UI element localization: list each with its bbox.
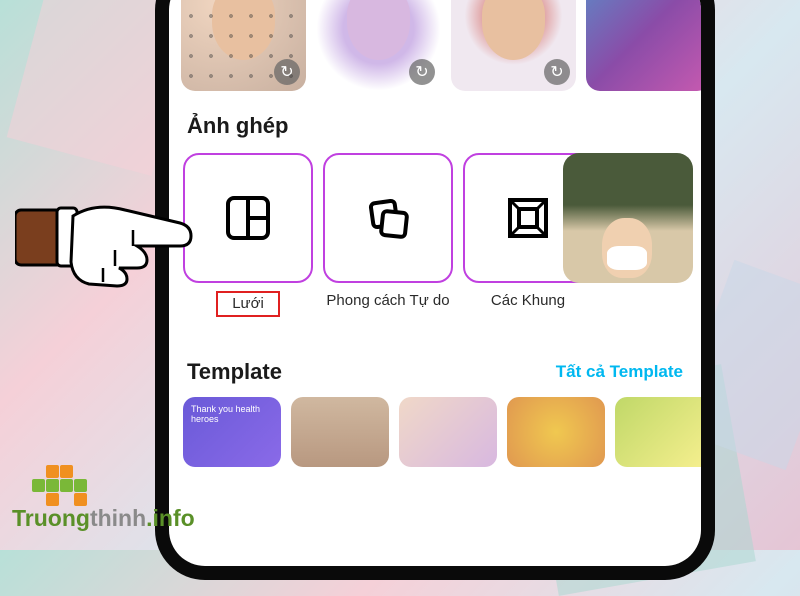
grid-icon (222, 192, 274, 244)
template-section-title: Template (187, 359, 282, 385)
effects-row: ↻ ↻ ↻ (169, 0, 701, 91)
template-thumb[interactable] (399, 397, 497, 467)
phone-screen: ↻ ↻ ↻ Ảnh ghép (169, 0, 701, 566)
collage-option-freestyle[interactable]: Phong cách Tự do (323, 153, 453, 331)
template-thumb[interactable] (615, 397, 701, 467)
template-thumb[interactable] (507, 397, 605, 467)
template-thumb[interactable] (291, 397, 389, 467)
watermark-logo-icon (32, 461, 92, 511)
template-thumb[interactable]: Thank you health heroes (183, 397, 281, 467)
collage-label-frames: Các Khung (463, 291, 593, 331)
effect-thumb[interactable] (586, 0, 701, 91)
effect-thumb[interactable]: ↻ (316, 0, 441, 91)
collage-label-grid: Lưới (216, 291, 280, 317)
collage-option-grid[interactable]: Lưới (183, 153, 313, 331)
effect-thumb[interactable]: ↻ (451, 0, 576, 91)
refresh-icon[interactable]: ↻ (409, 59, 435, 85)
frames-icon (502, 192, 554, 244)
refresh-icon[interactable]: ↻ (274, 59, 300, 85)
freestyle-icon (362, 192, 414, 244)
watermark: Truongthinh.info (12, 461, 195, 532)
collage-section-title: Ảnh ghép (169, 91, 701, 153)
collage-sample-photo[interactable] (563, 153, 693, 283)
phone-frame: ↻ ↻ ↻ Ảnh ghép (155, 0, 715, 580)
collage-label-freestyle: Phong cách Tự do (323, 291, 453, 331)
collage-options-row: Lưới Phong cách Tự do (169, 153, 701, 331)
refresh-icon[interactable]: ↻ (544, 59, 570, 85)
template-see-all-link[interactable]: Tất cả Template (556, 362, 683, 382)
template-row: Thank you health heroes (169, 397, 701, 467)
effect-thumb[interactable]: ↻ (181, 0, 306, 91)
